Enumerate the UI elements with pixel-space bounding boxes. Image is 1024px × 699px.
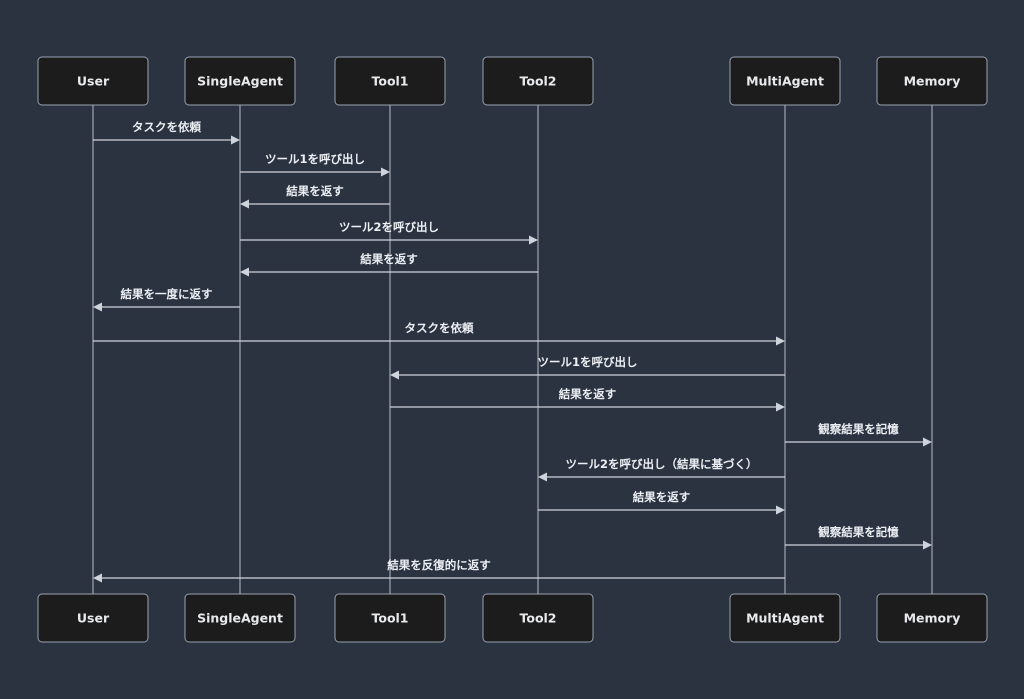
message-m1: タスクを依頼 — [93, 120, 240, 145]
arrowhead-left-icon — [240, 199, 249, 209]
messages-layer: タスクを依頼ツール1を呼び出し結果を返すツール2を呼び出し結果を返す結果を一度に… — [93, 120, 932, 583]
arrowhead-left-icon — [93, 302, 102, 312]
participant-label: SingleAgent — [197, 74, 283, 89]
arrowhead-left-icon — [390, 370, 399, 380]
message-label: 結果を返す — [360, 252, 418, 266]
participant-tool2-bottom[interactable]: Tool2 — [482, 593, 594, 643]
arrowhead-right-icon — [231, 135, 240, 145]
message-m10: 観察結果を記憶 — [785, 422, 932, 447]
participant-user-top[interactable]: User — [37, 56, 149, 106]
message-label: ツール2を呼び出し — [339, 220, 439, 234]
arrowhead-right-icon — [529, 235, 538, 245]
message-m14: 結果を反復的に返す — [93, 558, 785, 583]
participant-label: User — [77, 611, 110, 626]
message-m3: 結果を返す — [240, 184, 390, 209]
participant-singleagent-top[interactable]: SingleAgent — [184, 56, 296, 106]
participant-tool2-top[interactable]: Tool2 — [482, 56, 594, 106]
arrowhead-right-icon — [381, 167, 390, 177]
participant-user-bottom[interactable]: User — [37, 593, 149, 643]
arrowhead-left-icon — [240, 267, 249, 277]
participant-label: Memory — [904, 74, 961, 89]
message-m4: ツール2を呼び出し — [240, 220, 538, 245]
participant-label: User — [77, 74, 110, 89]
message-label: ツール2を呼び出し（結果に基づく） — [566, 457, 758, 471]
participant-label: Tool1 — [371, 74, 408, 89]
message-label: タスクを依頼 — [132, 120, 201, 134]
message-label: タスクを依頼 — [405, 321, 474, 335]
message-label: 観察結果を記憶 — [818, 525, 899, 539]
participant-boxes-top: User SingleAgent Tool1 Tool2 MultiAgent Memor… — [37, 56, 988, 106]
participant-memory-top[interactable]: Memory — [876, 56, 988, 106]
message-label: 結果を返す — [633, 490, 691, 504]
arrowhead-right-icon — [776, 402, 785, 412]
message-m12: 結果を返す — [538, 490, 785, 515]
participant-label: MultiAgent — [746, 74, 824, 89]
message-m8: ツール1を呼び出し — [390, 355, 785, 380]
participant-singleagent-bottom[interactable]: SingleAgent — [184, 593, 296, 643]
arrowhead-right-icon — [923, 540, 932, 550]
participant-label: Memory — [904, 611, 961, 626]
participant-label: Tool2 — [519, 611, 556, 626]
message-m11: ツール2を呼び出し（結果に基づく） — [538, 457, 785, 482]
participant-tool1-bottom[interactable]: Tool1 — [334, 593, 446, 643]
message-label: 結果を一度に返す — [121, 287, 213, 301]
participant-label: MultiAgent — [746, 611, 824, 626]
message-label: ツール1を呼び出し — [265, 152, 365, 166]
participant-boxes-bottom: User SingleAgent Tool1 Tool2 MultiAgent Memor… — [37, 593, 988, 643]
message-label: 結果を反復的に返す — [387, 558, 491, 572]
message-m13: 観察結果を記憶 — [785, 525, 932, 550]
message-label: 観察結果を記憶 — [818, 422, 899, 436]
participant-tool1-top[interactable]: Tool1 — [334, 56, 446, 106]
diagram-canvas: タスクを依頼ツール1を呼び出し結果を返すツール2を呼び出し結果を返す結果を一度に… — [37, 56, 988, 643]
participant-multiagent-top[interactable]: MultiAgent — [729, 56, 841, 106]
message-m5: 結果を返す — [240, 252, 538, 277]
message-label: 結果を返す — [286, 184, 344, 198]
participant-label: Tool1 — [371, 611, 408, 626]
arrowhead-right-icon — [923, 437, 932, 447]
arrowhead-right-icon — [776, 336, 785, 346]
participant-multiagent-bottom[interactable]: MultiAgent — [729, 593, 841, 643]
message-m2: ツール1を呼び出し — [240, 152, 390, 177]
message-label: ツール1を呼び出し — [537, 355, 637, 369]
lifelines-layer — [92, 105, 933, 594]
message-m9: 結果を返す — [390, 387, 785, 412]
arrowhead-left-icon — [538, 472, 547, 482]
message-label: 結果を返す — [559, 387, 617, 401]
arrowhead-right-icon — [776, 505, 785, 515]
message-m7: タスクを依頼 — [93, 321, 785, 346]
sequence-diagram: タスクを依頼 ツール1を呼び出し 結果を返す ツール2を呼び出し 結果を返す 結果を一度に… — [0, 0, 1024, 699]
participant-label: SingleAgent — [197, 611, 283, 626]
message-m6: 結果を一度に返す — [93, 287, 240, 312]
participant-label: Tool2 — [519, 74, 556, 89]
participant-memory-bottom[interactable]: Memory — [876, 593, 988, 643]
arrowhead-left-icon — [93, 573, 102, 583]
